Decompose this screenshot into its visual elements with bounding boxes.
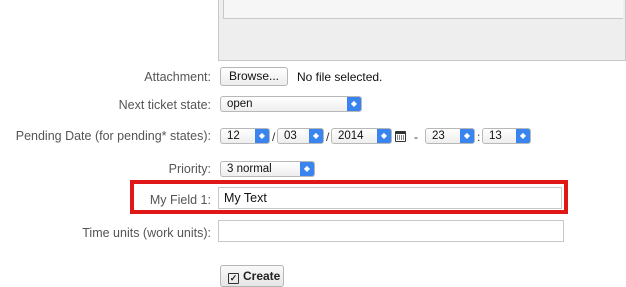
create-label: Create: [243, 269, 281, 283]
date-separator: /: [326, 130, 330, 144]
body-textarea[interactable]: [218, 0, 626, 61]
next-state-select[interactable]: open ◆: [220, 96, 362, 112]
pending-year-select[interactable]: 2014 ◆: [331, 128, 392, 144]
file-status: No file selected.: [297, 70, 383, 84]
next-state-label: Next ticket state:: [118, 98, 211, 112]
select-arrows-icon: ◆: [377, 129, 391, 143]
time-units-label: Time units (work units):: [82, 226, 211, 240]
select-arrows-icon: ◆: [255, 129, 269, 143]
pending-year-value: 2014: [338, 130, 364, 142]
pending-day-value: 12: [227, 130, 240, 142]
time-separator: :: [477, 130, 481, 144]
select-arrows-icon: ◆: [300, 162, 314, 176]
pending-minute-select[interactable]: 13 ◆: [482, 128, 531, 144]
attachment-label: Attachment:: [144, 70, 211, 84]
pending-hour-value: 23: [432, 130, 445, 142]
pending-day-select[interactable]: 12 ◆: [220, 128, 270, 144]
browse-button[interactable]: Browse...: [220, 67, 289, 86]
calendar-icon[interactable]: [395, 131, 406, 142]
pending-month-select[interactable]: 03 ◆: [277, 128, 324, 144]
checkbox-icon: ✓: [228, 273, 239, 284]
pending-hour-select[interactable]: 23 ◆: [425, 128, 475, 144]
select-arrows-icon: ◆: [347, 97, 361, 111]
create-button[interactable]: ✓ Create: [220, 265, 284, 287]
select-arrows-icon: ◆: [309, 129, 323, 143]
pending-month-value: 03: [284, 130, 297, 142]
priority-label: Priority:: [168, 162, 211, 176]
pending-date-label: Pending Date (for pending* states):: [15, 129, 211, 143]
next-state-value: open: [227, 98, 253, 110]
my-field-input[interactable]: My Text: [218, 187, 562, 209]
textarea-resize-area: [223, 0, 623, 19]
time-units-input[interactable]: [218, 220, 564, 242]
pending-minute-value: 13: [489, 130, 502, 142]
date-separator: /: [272, 130, 276, 144]
priority-select[interactable]: 3 normal ◆: [220, 161, 315, 177]
time-separator: -: [414, 130, 418, 144]
select-arrows-icon: ◆: [516, 129, 530, 143]
priority-value: 3 normal: [227, 163, 272, 175]
select-arrows-icon: ◆: [460, 129, 474, 143]
my-field-label: My Field 1:: [149, 193, 211, 207]
